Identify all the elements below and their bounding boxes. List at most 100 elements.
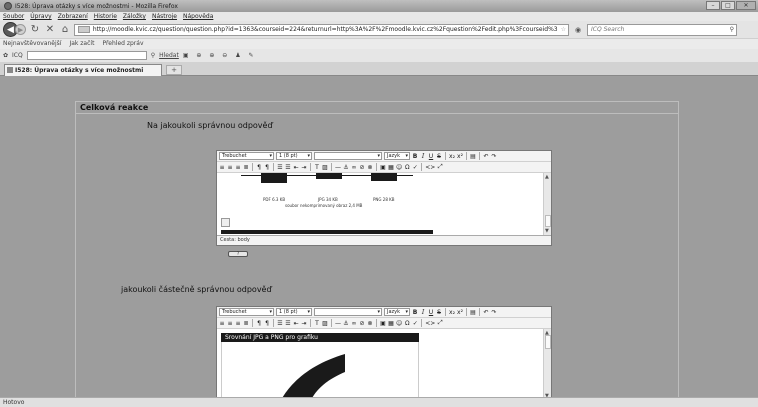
unlink-icon[interactable]: ⊘ xyxy=(359,320,365,327)
indent-icon[interactable]: ⇥ xyxy=(301,164,307,171)
html-editor-correct[interactable]: Trebuchet 1 (8 pt) Jazyk B I U S x₂ x² ▤… xyxy=(216,150,552,246)
link-icon[interactable]: ∞ xyxy=(351,164,357,171)
undo-icon[interactable]: ↶ xyxy=(483,153,489,160)
toolbar-icons[interactable]: ▣ ⊕ ⊕ ⊖ ♟ ✎ xyxy=(183,52,257,59)
underline-icon[interactable]: U xyxy=(428,309,434,316)
redo-icon[interactable]: ↷ xyxy=(491,309,497,316)
maximize-button[interactable]: □ xyxy=(721,1,735,10)
font-size-select[interactable]: 1 (8 pt) xyxy=(276,308,312,316)
insert-table-icon[interactable]: ▦ xyxy=(388,320,394,327)
indent-icon[interactable]: ⇥ xyxy=(301,320,307,327)
align-justify-icon[interactable]: ≣ xyxy=(243,320,249,327)
bold-icon[interactable]: B xyxy=(412,309,418,316)
bookmark-jak-zacit[interactable]: Jak začít xyxy=(69,39,94,49)
bullet-list-icon[interactable]: ☰ xyxy=(285,320,291,327)
insert-image-icon[interactable]: ▣ xyxy=(380,164,386,171)
menu-upravy[interactable]: Úpravy xyxy=(30,12,51,21)
html-source-icon[interactable]: <> xyxy=(425,320,435,327)
scroll-thumb[interactable] xyxy=(545,215,551,227)
align-center-icon[interactable]: ≡ xyxy=(227,164,233,171)
superscript-icon[interactable]: x² xyxy=(457,153,463,160)
ltr-icon[interactable]: ¶ xyxy=(256,320,262,327)
strikethrough-icon[interactable]: S xyxy=(436,153,442,160)
rtl-icon[interactable]: ¶ xyxy=(264,164,270,171)
search-engine-icon[interactable]: ◉ xyxy=(572,26,584,34)
numbered-list-icon[interactable]: ☰ xyxy=(277,164,283,171)
font-size-select[interactable]: 1 (8 pt) xyxy=(276,152,312,160)
font-family-select[interactable]: Trebuchet xyxy=(219,308,274,316)
redo-icon[interactable]: ↷ xyxy=(491,153,497,160)
fullscreen-icon[interactable]: ⤢ xyxy=(437,319,443,327)
anchor-icon[interactable]: ⚓ xyxy=(343,320,349,327)
font-family-select[interactable]: Trebuchet xyxy=(219,152,274,160)
language-select[interactable]: Jazyk xyxy=(384,308,410,316)
bullet-list-icon[interactable]: ☰ xyxy=(285,164,291,171)
bookmark-star-icon[interactable]: ☆ xyxy=(561,25,566,35)
anchor-icon[interactable]: ⚓ xyxy=(343,164,349,171)
menu-nastroje[interactable]: Nástroje xyxy=(152,12,177,21)
editor-scrollbar[interactable]: ▲ ▼ xyxy=(543,329,551,397)
site-identity-icon[interactable] xyxy=(78,26,90,33)
help-button[interactable]: ? xyxy=(228,251,248,257)
outdent-icon[interactable]: ⇤ xyxy=(293,320,299,327)
align-justify-icon[interactable]: ≣ xyxy=(243,164,249,171)
nolink-icon[interactable]: ⊗ xyxy=(367,320,373,327)
background-color-icon[interactable]: ▨ xyxy=(322,164,328,171)
icq-label[interactable]: ICQ xyxy=(12,52,23,59)
ltr-icon[interactable]: ¶ xyxy=(256,164,262,171)
rtl-icon[interactable]: ¶ xyxy=(264,320,270,327)
link-icon[interactable]: ∞ xyxy=(351,320,357,327)
undo-icon[interactable]: ↶ xyxy=(483,309,489,316)
scroll-down-icon[interactable]: ▼ xyxy=(545,228,549,234)
underline-icon[interactable]: U xyxy=(428,153,434,160)
url-bar[interactable]: http://moodle.kvic.cz/question/question.… xyxy=(74,23,569,36)
icq-search-input[interactable] xyxy=(26,51,147,60)
icq-search-button[interactable]: Hledat xyxy=(159,52,179,59)
special-char-icon[interactable]: Ω xyxy=(404,320,410,327)
bold-icon[interactable]: B xyxy=(412,153,418,160)
align-right-icon[interactable]: ≡ xyxy=(235,320,241,327)
superscript-icon[interactable]: x² xyxy=(457,309,463,316)
reload-icon[interactable]: ↻ xyxy=(29,24,41,35)
editor-content-area[interactable]: PDF 6.3 KB JPG 34 KB PNG 28 KB soubor ne… xyxy=(217,173,551,236)
close-button[interactable]: ✕ xyxy=(736,1,756,10)
nolink-icon[interactable]: ⊗ xyxy=(367,164,373,171)
subscript-icon[interactable]: x₂ xyxy=(449,153,455,160)
scroll-thumb[interactable] xyxy=(545,335,551,349)
html-editor-partial[interactable]: Trebuchet 1 (8 pt) Jazyk B I U S x₂ x² ▤… xyxy=(216,306,552,397)
editor-scrollbar[interactable]: ▲ ▼ xyxy=(543,173,551,235)
align-left-icon[interactable]: ≡ xyxy=(219,164,225,171)
format-select[interactable] xyxy=(314,152,382,160)
strikethrough-icon[interactable]: S xyxy=(436,309,442,316)
fullscreen-icon[interactable]: ⤢ xyxy=(437,163,443,171)
menu-zobrazeni[interactable]: Zobrazení xyxy=(58,12,88,21)
html-source-icon[interactable]: <> xyxy=(425,164,435,171)
minimize-button[interactable]: – xyxy=(706,1,720,10)
menu-zalozky[interactable]: Záložky xyxy=(123,12,146,21)
format-select[interactable] xyxy=(314,308,382,316)
insert-image-icon[interactable]: ▣ xyxy=(380,320,386,327)
smiley-icon[interactable]: ☺ xyxy=(396,164,402,171)
search-input[interactable]: ICQ Search ⚲ xyxy=(587,23,737,36)
bookmark-prehled-zprav[interactable]: Přehled zpráv xyxy=(102,39,143,49)
spellcheck-icon[interactable]: ✓ xyxy=(412,164,418,171)
home-icon[interactable]: ⌂ xyxy=(59,24,71,35)
special-char-icon[interactable]: Ω xyxy=(404,164,410,171)
menu-historie[interactable]: Historie xyxy=(94,12,117,21)
bookmark-nejnavstevovanejsi[interactable]: Nejnavštěvovanější xyxy=(3,39,61,49)
menu-napoveda[interactable]: Nápověda xyxy=(183,12,213,21)
unlink-icon[interactable]: ⊘ xyxy=(359,164,365,171)
subscript-icon[interactable]: x₂ xyxy=(449,309,455,316)
scroll-up-icon[interactable]: ▲ xyxy=(545,174,549,180)
insert-table-icon[interactable]: ▦ xyxy=(388,164,394,171)
new-tab-button[interactable]: + xyxy=(166,65,182,75)
italic-icon[interactable]: I xyxy=(420,309,426,316)
editor-content-area[interactable]: Srovnání JPG a PNG pro grafiku ▲ ▼ xyxy=(217,329,551,397)
language-select[interactable]: Jazyk xyxy=(384,152,410,160)
forward-button[interactable]: ▶ xyxy=(15,24,26,35)
paste-icon[interactable]: ▤ xyxy=(470,153,476,160)
horizontal-rule-icon[interactable]: — xyxy=(335,320,341,327)
background-color-icon[interactable]: ▨ xyxy=(322,320,328,327)
numbered-list-icon[interactable]: ☰ xyxy=(277,320,283,327)
outdent-icon[interactable]: ⇤ xyxy=(293,164,299,171)
